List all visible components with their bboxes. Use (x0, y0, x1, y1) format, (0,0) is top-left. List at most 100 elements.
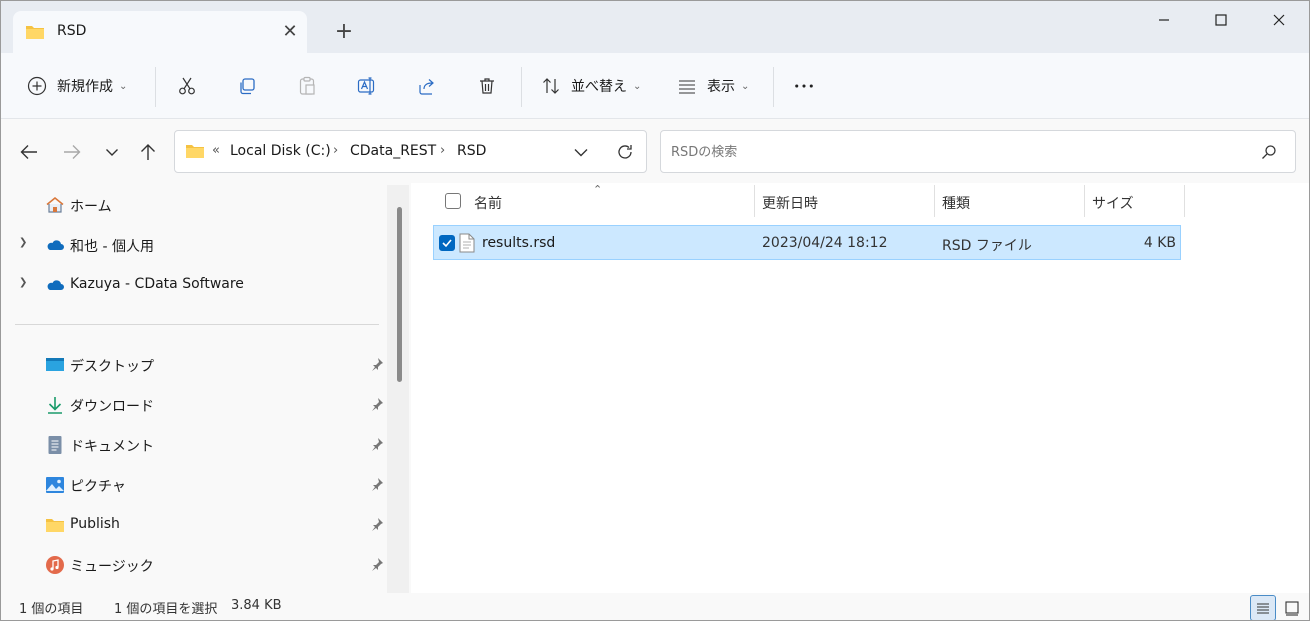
pin-icon[interactable] (370, 357, 384, 371)
rename-icon (357, 76, 377, 96)
column-header-size[interactable]: サイズ (1092, 193, 1134, 213)
sidebar-item-music[interactable]: ミュージック (15, 547, 385, 583)
sidebar-item-home[interactable]: ホーム (15, 187, 385, 223)
pin-icon[interactable] (370, 517, 384, 531)
folder-icon (25, 24, 45, 44)
divider (15, 324, 379, 325)
column-header-row: ⌃ 名前 更新日時 種類 サイズ (411, 183, 1309, 217)
scrollbar-thumb[interactable] (397, 207, 402, 382)
chevron-right-icon[interactable]: ❯ (19, 277, 31, 288)
pin-icon[interactable] (370, 557, 384, 571)
details-view-icon (1257, 603, 1269, 614)
delete-button[interactable] (477, 71, 497, 101)
cut-button[interactable] (177, 71, 197, 101)
recent-locations-button[interactable] (101, 141, 125, 165)
sidebar-item-documents[interactable]: ドキュメント (15, 427, 385, 463)
table-row[interactable]: results.rsd 2023/04/24 18:12 RSD ファイル 4 … (433, 225, 1181, 260)
pin-icon[interactable] (370, 437, 384, 451)
close-window-button[interactable] (1256, 7, 1302, 37)
refresh-icon (618, 145, 632, 159)
sidebar-item-onedrive-business[interactable]: ❯ Kazuya - CData Software (15, 267, 385, 303)
chevron-down-icon: ⌄ (119, 80, 128, 92)
folder-icon (185, 143, 205, 163)
pin-icon[interactable] (370, 397, 384, 411)
sidebar-item-label: ダウンロード (70, 399, 154, 415)
new-tab-button[interactable]: + (331, 21, 357, 47)
forward-button[interactable] (61, 141, 85, 165)
list-view-icon (677, 76, 697, 96)
sidebar-item-label: ドキュメント (70, 439, 154, 455)
view-button[interactable]: 表示 ⌄ (677, 71, 749, 101)
sidebar-scrollbar[interactable] (387, 185, 409, 593)
title-bar: RSD ✕ + (1, 1, 1309, 53)
home-icon (45, 195, 65, 215)
copy-button[interactable] (237, 71, 257, 101)
chevron-right-icon[interactable]: ❯ (19, 237, 31, 248)
column-header-modified[interactable]: 更新日時 (762, 193, 818, 213)
sidebar-item-publish[interactable]: Publish (15, 507, 385, 543)
column-divider[interactable] (934, 185, 935, 217)
sort-ascending-icon: ⌃ (593, 183, 603, 196)
column-divider[interactable] (1184, 185, 1185, 217)
sidebar-item-pictures[interactable]: ピクチャ (15, 467, 385, 503)
chevron-down-icon: ⌄ (633, 80, 642, 92)
breadcrumb-rsd[interactable]: RSD (457, 143, 486, 159)
sidebar-item-desktop[interactable]: デスクトップ (15, 347, 385, 383)
clipboard-icon (297, 76, 317, 96)
column-header-type[interactable]: 種類 (942, 193, 970, 213)
new-button-label: 新規作成 (57, 79, 113, 95)
breadcrumb-cdata-rest[interactable]: CData_REST (350, 143, 436, 159)
file-list: ⌃ 名前 更新日時 種類 サイズ results.rsd 2023/04/24 … (411, 183, 1309, 593)
rename-button[interactable] (357, 71, 377, 101)
more-options-button[interactable] (794, 71, 814, 101)
row-checkbox[interactable] (439, 235, 455, 251)
tiles-view-button[interactable] (1279, 595, 1305, 620)
pin-icon[interactable] (370, 477, 384, 491)
sort-button-label: 並べ替え (571, 79, 627, 95)
file-modified: 2023/04/24 18:12 (762, 235, 888, 251)
arrow-left-icon (20, 145, 37, 159)
sidebar-item-onedrive-personal[interactable]: ❯ 和也 - 個人用 (15, 227, 385, 263)
breadcrumb-local-disk[interactable]: Local Disk (C:) (230, 143, 331, 159)
download-icon (45, 395, 65, 415)
sidebar-item-label: Publish (70, 516, 120, 532)
paste-button[interactable] (297, 71, 317, 101)
back-button[interactable] (18, 141, 42, 165)
chevron-right-icon[interactable]: › (440, 143, 445, 158)
divider (521, 67, 522, 107)
address-bar[interactable]: « Local Disk (C:) › CData_REST › RSD (174, 130, 647, 173)
arrow-up-icon (141, 144, 155, 160)
new-button[interactable]: 新規作成 ⌄ (27, 71, 127, 101)
up-button[interactable] (137, 141, 161, 165)
picture-icon (45, 475, 65, 495)
column-header-name[interactable]: 名前 (474, 193, 502, 213)
search-icon[interactable] (1261, 144, 1277, 164)
tiles-view-icon (1285, 601, 1299, 616)
close-tab-icon[interactable]: ✕ (279, 21, 301, 43)
divider (773, 67, 774, 107)
plus-circle-icon (27, 76, 47, 96)
command-bar: 新規作成 ⌄ 並べ替え ⌄ 表示 ⌄ (1, 53, 1309, 119)
tab-rsd[interactable]: RSD ✕ (13, 11, 307, 53)
share-button[interactable] (417, 71, 437, 101)
maximize-button[interactable] (1198, 7, 1244, 37)
search-input[interactable] (671, 141, 1251, 163)
chevron-down-icon: ⌄ (741, 80, 750, 92)
chevron-right-icon[interactable]: › (333, 143, 338, 158)
refresh-button[interactable] (615, 142, 635, 166)
navigation-row: « Local Disk (C:) › CData_REST › RSD (1, 119, 1309, 183)
copy-icon (237, 76, 257, 96)
column-divider[interactable] (1084, 185, 1085, 217)
chevron-down-icon (106, 149, 118, 156)
overflow-crumb[interactable]: « (212, 143, 220, 158)
select-all-checkbox[interactable] (445, 193, 461, 209)
minimize-button[interactable] (1141, 7, 1187, 37)
column-divider[interactable] (754, 185, 755, 217)
chevron-down-icon (574, 149, 588, 157)
details-view-button[interactable] (1250, 595, 1276, 620)
sidebar-item-downloads[interactable]: ダウンロード (15, 387, 385, 423)
check-icon (442, 239, 452, 248)
sort-button[interactable]: 並べ替え ⌄ (541, 71, 641, 101)
desktop-icon (45, 355, 65, 375)
address-history-button[interactable] (572, 143, 590, 165)
